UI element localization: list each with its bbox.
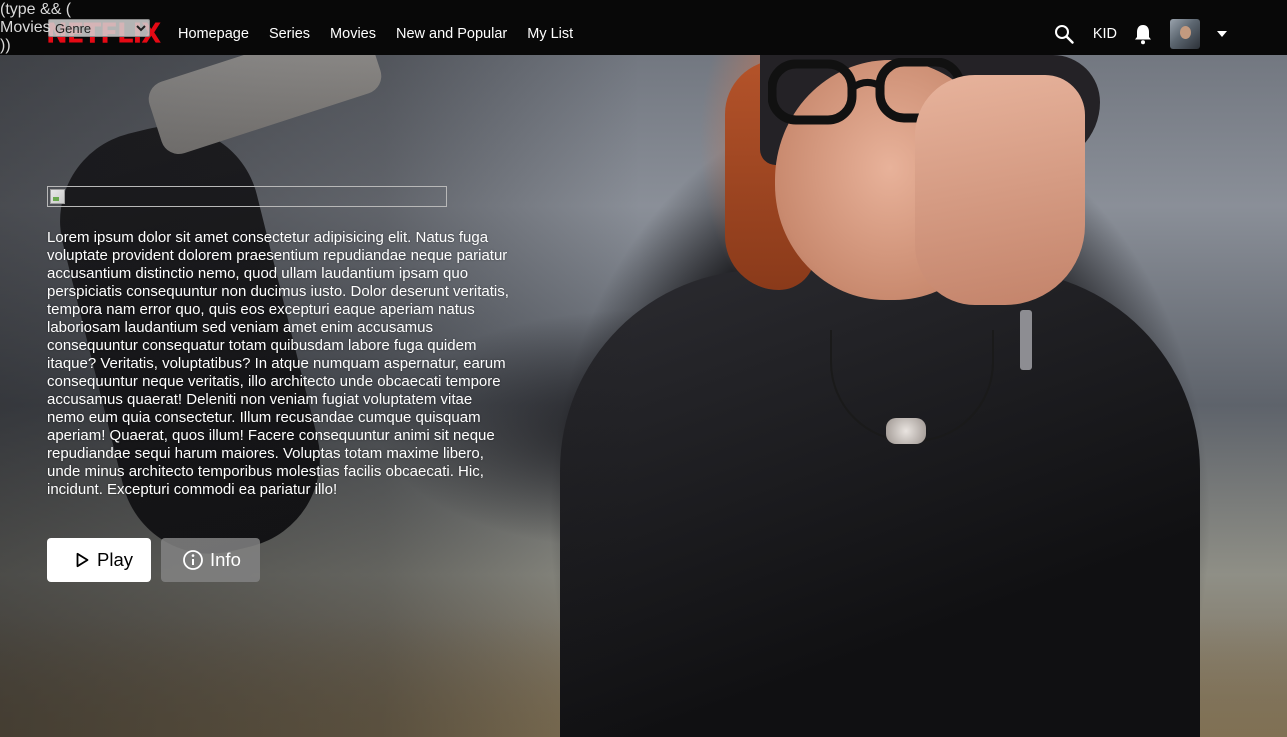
play-button-label: Play	[97, 549, 133, 570]
debug-text: (type && ( Movies ))	[0, 1, 72, 54]
search-icon[interactable]	[1052, 22, 1076, 46]
info-icon	[182, 549, 204, 571]
caret-down-icon[interactable]	[1217, 31, 1227, 37]
nav-link-movies[interactable]: Movies	[330, 26, 376, 42]
play-button[interactable]: Play	[47, 538, 151, 582]
hero-description: Lorem ipsum dolor sit amet consectetur a…	[47, 229, 509, 498]
nav-link-new-and-popular[interactable]: New and Popular	[396, 26, 507, 42]
hero-image-zipper	[1020, 310, 1032, 370]
nav-link-my-list[interactable]: My List	[527, 26, 573, 42]
play-icon	[71, 549, 93, 571]
top-navbar: NETFLIX Genre Homepage Series Movies New…	[0, 0, 1287, 55]
nav-links: Homepage Series Movies New and Popular M…	[178, 26, 573, 42]
nav-link-homepage[interactable]: Homepage	[178, 26, 249, 42]
hero-image-pendant	[886, 418, 926, 444]
nav-right-controls: KID	[1052, 19, 1227, 49]
bell-icon[interactable]	[1131, 22, 1155, 46]
info-button[interactable]: Info	[161, 538, 260, 582]
info-button-label: Info	[210, 549, 241, 570]
broken-image-icon	[50, 189, 65, 204]
kid-profile-link[interactable]: KID	[1093, 26, 1117, 42]
nav-link-series[interactable]: Series	[269, 26, 310, 42]
page: NETFLIX Genre Homepage Series Movies New…	[0, 0, 1287, 737]
avatar[interactable]	[1170, 19, 1200, 49]
hero-title-image	[47, 186, 447, 207]
hero-image-hand	[915, 75, 1085, 305]
